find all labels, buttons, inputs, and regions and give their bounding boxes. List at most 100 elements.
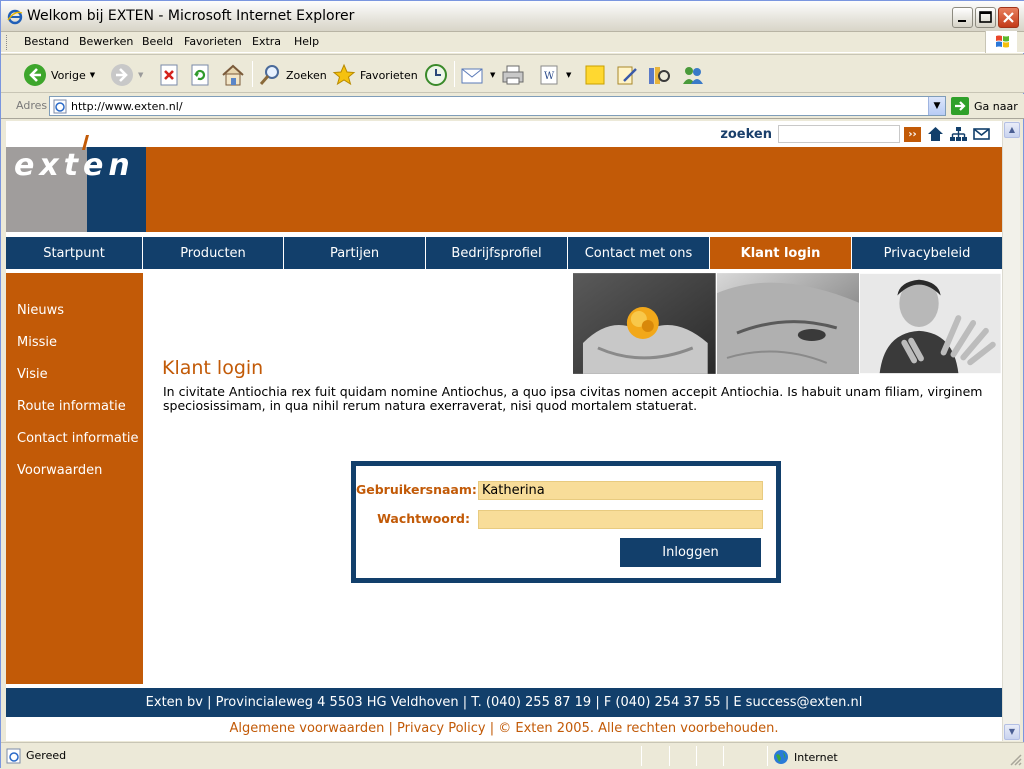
back-button[interactable]: Vorige ▼ [23,61,95,89]
close-icon [1003,12,1014,23]
address-dropdown-icon[interactable]: ▼ [928,97,945,115]
sidebar-item-visie[interactable]: Visie [17,367,48,382]
status-separator [696,746,697,766]
note-icon [585,65,605,85]
login-button[interactable]: Inloggen [620,538,761,567]
home-icon[interactable] [927,126,944,142]
stop-icon [160,64,178,86]
nav-partijen[interactable]: Partijen [284,237,426,269]
exten-logo[interactable]: exten [6,135,146,232]
site-search-label: zoeken [720,126,772,142]
edit-button[interactable]: W ▼ [538,61,571,89]
windows-logo-icon [996,35,1009,48]
page-title: Klant login [162,357,264,379]
favorites-button[interactable]: Favorieten [332,61,418,89]
discuss-button[interactable] [583,61,607,89]
printer-icon [502,65,524,85]
refresh-button[interactable] [189,61,211,89]
books-icon [649,67,670,84]
stop-button[interactable] [158,61,180,89]
footer-links[interactable]: Algemene voorwaarden | Privacy Policy | … [6,718,1002,739]
password-label: Wachtwoord: [377,511,470,526]
status-text: Gereed [26,749,67,762]
windows-flag-logo [985,31,1017,53]
print-button[interactable] [500,61,526,89]
photo-woman-gesturing [860,273,1002,374]
mail-button[interactable]: ▼ [460,61,495,89]
edit-dropdown-icon[interactable]: ▼ [566,71,571,79]
sidebar: Nieuws Missie Visie Route informatie Con… [6,273,143,684]
home-icon [222,64,244,86]
title-bar: Welkom bij EXTEN - Microsoft Internet Ex… [1,1,1024,32]
favorites-button-label: Favorieten [360,68,418,82]
menu-tools[interactable]: Extra [252,35,281,48]
search-button[interactable]: Zoeken [258,61,327,89]
research-button[interactable] [615,61,641,89]
mail-dropdown-icon[interactable]: ▼ [490,71,495,79]
maximize-button[interactable] [975,7,996,28]
scroll-down-arrow-icon[interactable]: ▼ [1004,724,1020,740]
security-zone-label: Internet [794,750,838,764]
password-input[interactable] [478,510,763,529]
minimize-button[interactable] [952,7,973,28]
mail-icon [461,68,483,84]
envelope-icon[interactable] [973,126,990,142]
sidebar-item-voorwaarden[interactable]: Voorwaarden [17,463,102,478]
nav-klant-login[interactable]: Klant login [710,237,852,269]
go-arrow-icon [951,97,969,115]
menu-help[interactable]: Help [294,35,319,48]
forward-dropdown-icon[interactable]: ▼ [138,71,143,79]
toolbar: Vorige ▼ ▼ Zoeken Favorieten ▼ W ▼ [1,54,1024,93]
window-title: Welkom bij EXTEN - Microsoft Internet Ex… [27,8,355,24]
refresh-icon [191,64,209,86]
minimize-icon [958,20,966,22]
sidebar-item-missie[interactable]: Missie [17,335,57,350]
status-separator [641,746,642,766]
logo-text: exten [14,148,135,183]
sidebar-item-route-informatie[interactable]: Route informatie [17,399,126,414]
address-bar: Adres http://www.exten.nl/ ▼ Ga naar [1,94,1024,119]
menu-view[interactable]: Beeld [142,35,173,48]
sitemap-icon[interactable] [950,126,967,142]
nav-privacybeleid[interactable]: Privacybeleid [852,237,1002,269]
back-dropdown-icon[interactable]: ▼ [90,71,95,79]
address-url: http://www.exten.nl/ [71,100,183,113]
sidebar-item-nieuws[interactable]: Nieuws [17,303,64,318]
site-search: zoeken ›› [720,124,990,144]
history-button[interactable] [423,61,449,89]
site-search-go-button[interactable]: ›› [904,126,921,142]
research-library-button[interactable] [646,61,672,89]
nav-producten[interactable]: Producten [143,237,284,269]
sidebar-item-contact-informatie[interactable]: Contact informatie [17,431,139,446]
close-button[interactable] [998,7,1019,28]
nav-contact-met-ons[interactable]: Contact met ons [568,237,710,269]
menu-bar: Bestand Bewerken Beeld Favorieten Extra … [1,31,1024,53]
site-search-input[interactable] [778,125,900,143]
photo-man-face [716,273,860,374]
go-button[interactable]: Ga naar [951,97,1018,115]
security-zone: Internet [773,749,838,765]
nav-startpunt[interactable]: Startpunt [6,237,143,269]
search-button-label: Zoeken [286,68,327,82]
menu-edit[interactable]: Bewerken [79,35,133,48]
messenger-button[interactable] [680,61,706,89]
username-input[interactable]: Katherina [478,481,763,500]
star-icon [332,63,356,86]
login-form: Gebruikersnaam: Katherina Wachtwoord: In… [351,461,781,583]
forward-arrow-icon [111,64,133,86]
menu-favorites[interactable]: Favorieten [184,35,242,48]
forward-button[interactable]: ▼ [110,61,143,89]
main-navigation: Startpunt Producten Partijen Bedrijfspro… [6,237,1002,269]
notepad-pen-icon [617,66,637,85]
menu-file[interactable]: Bestand [24,35,69,48]
toolbar-separator [252,61,253,87]
page-viewport: zoeken ›› exten Startpunt Producten Part… [6,121,1002,741]
svg-text:W: W [544,71,555,82]
vertical-scrollbar[interactable]: ▲ ▼ [1002,121,1020,741]
address-input[interactable]: http://www.exten.nl/ ▼ [49,96,946,116]
scroll-up-arrow-icon[interactable]: ▲ [1004,122,1020,138]
home-button[interactable] [220,61,246,89]
address-label: Adres [16,99,48,112]
resize-grip-icon[interactable] [1008,752,1022,766]
nav-bedrijfsprofiel[interactable]: Bedrijfsprofiel [426,237,568,269]
